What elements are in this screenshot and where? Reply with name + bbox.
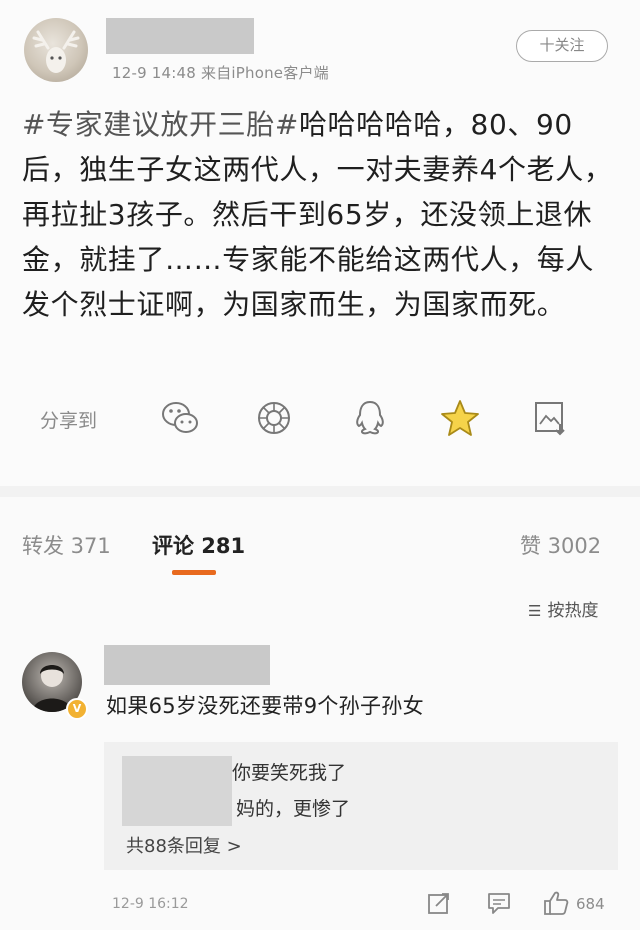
forward-comment-icon[interactable]	[426, 890, 452, 920]
qq-icon[interactable]	[348, 396, 392, 440]
poster-avatar[interactable]	[24, 18, 88, 82]
moments-icon[interactable]	[252, 396, 296, 440]
share-label: 分享到	[40, 410, 98, 432]
comment-time: 12-9 16:12	[112, 896, 189, 912]
post-hashtag[interactable]: #专家建议放开三胎#	[22, 108, 299, 141]
sort-button[interactable]: ☰ 按热度	[528, 596, 598, 621]
comment-like-count: 684	[576, 895, 605, 913]
qzone-star-icon[interactable]	[438, 396, 482, 440]
save-image-icon[interactable]	[528, 396, 572, 440]
reply-text-1: 你要笑死我了	[232, 762, 347, 784]
deer-avatar-icon	[32, 30, 80, 73]
sort-icon: ☰	[528, 602, 542, 620]
more-replies-link[interactable]: 共88条回复 >	[126, 832, 242, 858]
post-body: #专家建议放开三胎#哈哈哈哈哈，80、90后，独生子女这两代人，一对夫妻养4个老…	[22, 102, 622, 327]
post-meta: 12-9 14:48 来自iPhone客户端	[112, 64, 329, 82]
verified-badge-icon: V	[66, 698, 88, 720]
active-tab-indicator	[172, 570, 216, 575]
tab-comment[interactable]: 评论 281	[152, 530, 245, 560]
reply-comment-icon[interactable]	[486, 890, 512, 920]
follow-button[interactable]: 十关注	[516, 30, 608, 62]
tab-forward[interactable]: 转发 371	[22, 530, 111, 560]
sort-label: 按热度	[547, 601, 599, 621]
reply-text-2: 妈的，更惨了	[236, 798, 351, 820]
tab-like[interactable]: 赞 3002	[520, 530, 601, 560]
reply-usernames-redacted	[122, 756, 232, 826]
commenter-username-redacted[interactable]	[104, 645, 270, 685]
poster-username-redacted[interactable]	[106, 18, 254, 54]
comment-text: 如果65岁没死还要带9个孙子孙女	[106, 694, 424, 718]
wechat-icon[interactable]	[158, 396, 202, 440]
like-comment-icon[interactable]	[542, 890, 570, 920]
